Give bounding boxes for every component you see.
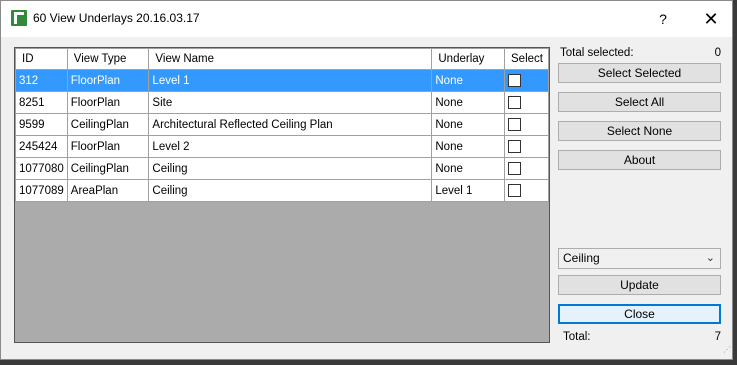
cell-view-name[interactable]: Site <box>148 91 433 114</box>
cell-underlay[interactable]: None <box>431 157 506 180</box>
cell-underlay[interactable]: None <box>431 91 506 114</box>
close-button[interactable]: Close <box>558 304 721 324</box>
select-selected-button[interactable]: Select Selected <box>558 63 721 83</box>
about-button[interactable]: About <box>558 150 721 170</box>
underlay-dropdown[interactable]: Ceiling ⌄ <box>558 248 721 269</box>
resize-grip-icon[interactable]: ⋰ <box>723 345 733 355</box>
cell-view-name[interactable]: Ceiling <box>148 157 433 180</box>
table-row[interactable]: 8251 FloorPlan Site None <box>15 91 549 114</box>
chevron-down-icon: ⌄ <box>705 252 715 264</box>
cell-select <box>504 91 549 114</box>
total-selected-row: Total selected: 0 <box>560 47 721 59</box>
cell-id[interactable]: 312 <box>15 69 68 92</box>
total-selected-value: 0 <box>714 47 721 59</box>
select-checkbox[interactable] <box>508 184 522 197</box>
total-row: Total: 7 <box>560 331 721 343</box>
cell-view-type[interactable]: AreaPlan <box>66 179 150 202</box>
column-header-id[interactable]: ID <box>15 48 68 70</box>
app-logo-icon <box>11 10 27 26</box>
cell-id[interactable]: 9599 <box>15 113 68 136</box>
table-row[interactable]: 9599 CeilingPlan Architectural Reflected… <box>15 113 549 136</box>
underlay-dropdown-value: Ceiling <box>563 251 600 265</box>
title-bar: 60 View Underlays 20.16.03.17 ? ✕ <box>1 1 732 37</box>
cell-underlay[interactable]: None <box>431 135 506 158</box>
table-row[interactable]: 312 FloorPlan Level 1 None <box>15 69 549 92</box>
cell-view-type[interactable]: FloorPlan <box>66 69 150 92</box>
table-header: ID View Type View Name Underlay Select <box>15 48 549 70</box>
cell-underlay[interactable]: None <box>431 69 506 92</box>
table-row[interactable]: 245424 FloorPlan Level 2 None <box>15 135 549 158</box>
cell-underlay[interactable]: Level 1 <box>431 179 506 202</box>
cell-view-name[interactable]: Ceiling <box>148 179 433 202</box>
total-value: 7 <box>714 331 721 343</box>
help-button[interactable]: ? <box>643 5 683 33</box>
select-checkbox[interactable] <box>508 162 522 175</box>
views-grid: ID View Type View Name Underlay Select 3… <box>14 47 550 343</box>
cell-view-type[interactable]: FloorPlan <box>66 91 150 114</box>
total-label: Total: <box>563 331 591 343</box>
table-row[interactable]: 1077080 CeilingPlan Ceiling None <box>15 157 549 180</box>
cell-id[interactable]: 1077080 <box>15 157 68 180</box>
cell-select <box>504 113 549 136</box>
table-row[interactable]: 1077089 AreaPlan Ceiling Level 1 <box>15 179 549 202</box>
select-checkbox[interactable] <box>508 96 522 109</box>
cell-view-type[interactable]: CeilingPlan <box>66 113 150 136</box>
cell-underlay[interactable]: None <box>431 113 506 136</box>
cell-select <box>504 69 549 92</box>
select-all-button[interactable]: Select All <box>558 92 721 112</box>
close-icon[interactable]: ✕ <box>691 5 731 33</box>
cell-id[interactable]: 245424 <box>15 135 68 158</box>
cell-id[interactable]: 1077089 <box>15 179 68 202</box>
window-title: 60 View Underlays 20.16.03.17 <box>33 11 200 25</box>
cell-view-name[interactable]: Level 1 <box>148 69 433 92</box>
column-header-select[interactable]: Select <box>504 48 549 70</box>
views-table: ID View Type View Name Underlay Select 3… <box>15 48 549 202</box>
cell-id[interactable]: 8251 <box>15 91 68 114</box>
total-selected-label: Total selected: <box>560 47 634 59</box>
select-checkbox[interactable] <box>508 118 522 131</box>
cell-view-name[interactable]: Level 2 <box>148 135 433 158</box>
update-button[interactable]: Update <box>558 275 721 295</box>
cell-view-type[interactable]: CeilingPlan <box>66 157 150 180</box>
select-checkbox[interactable] <box>508 74 522 87</box>
cell-select <box>504 135 549 158</box>
cell-view-name[interactable]: Architectural Reflected Ceiling Plan <box>148 113 433 136</box>
cell-view-type[interactable]: FloorPlan <box>66 135 150 158</box>
column-header-view-name[interactable]: View Name <box>148 48 433 70</box>
select-none-button[interactable]: Select None <box>558 121 721 141</box>
view-underlays-dialog: 60 View Underlays 20.16.03.17 ? ✕ ID Vie… <box>0 0 733 360</box>
column-header-view-type[interactable]: View Type <box>66 48 150 70</box>
column-header-underlay[interactable]: Underlay <box>431 48 506 70</box>
cell-select <box>504 157 549 180</box>
select-checkbox[interactable] <box>508 140 522 153</box>
cell-select <box>504 179 549 202</box>
